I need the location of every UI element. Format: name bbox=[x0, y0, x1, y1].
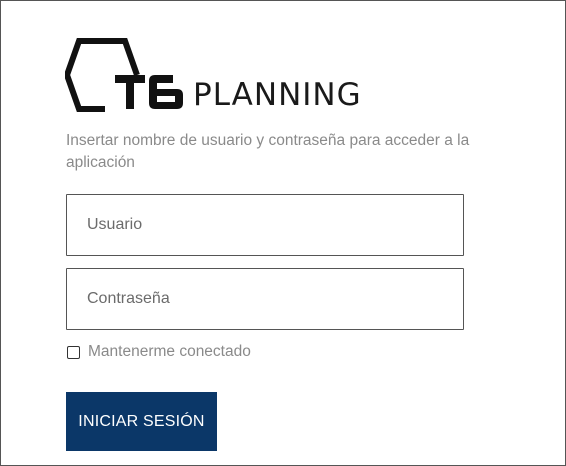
hexagon-logo-icon bbox=[65, 38, 183, 112]
remember-me-label: Mantenerme conectado bbox=[88, 343, 251, 360]
password-input[interactable] bbox=[66, 268, 464, 330]
login-instructions: Insertar nombre de usuario y contraseña … bbox=[66, 132, 470, 171]
username-input[interactable] bbox=[66, 194, 464, 256]
logo: PLANNING bbox=[65, 37, 385, 113]
remember-me-row[interactable]: Mantenerme conectado bbox=[66, 342, 251, 362]
logo-wordmark: PLANNING bbox=[193, 77, 362, 113]
login-panel: PLANNING Insertar nombre de usuario y co… bbox=[0, 0, 566, 466]
logo-6-glyph bbox=[149, 75, 183, 109]
logo-t-glyph bbox=[115, 75, 145, 109]
remember-me-checkbox[interactable] bbox=[67, 345, 80, 359]
login-button[interactable]: INICIAR SESIÓN bbox=[66, 392, 217, 451]
